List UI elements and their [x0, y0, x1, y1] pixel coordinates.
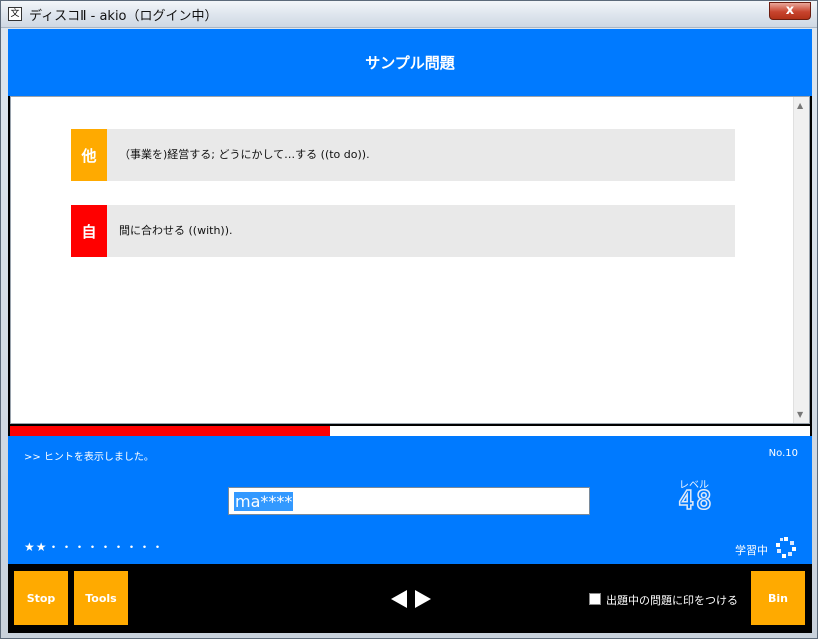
level-value: 48 [678, 485, 714, 517]
status-label: 学習中 [735, 544, 768, 557]
tools-button[interactable]: Tools [74, 571, 128, 625]
transitive-badge: 他 [71, 129, 107, 181]
star-rating: ★★・・・・・・・・・ [24, 540, 165, 554]
window-title: ディスコⅡ - akio（ログイン中） [29, 9, 218, 24]
question-number: No.10 [768, 448, 798, 459]
answer-value: ma**** [234, 492, 294, 511]
triangle-left-icon[interactable] [389, 589, 409, 609]
close-icon: x [785, 3, 795, 18]
stop-button[interactable]: Stop [14, 571, 68, 625]
vertical-scrollbar[interactable]: ▲ ▼ [793, 97, 809, 423]
close-button[interactable]: x [769, 2, 811, 20]
scroll-up-icon[interactable]: ▲ [797, 101, 803, 110]
scroll-down-icon[interactable]: ▼ [797, 410, 803, 419]
mark-question-checkbox[interactable] [589, 593, 601, 605]
progress-fill [10, 426, 330, 436]
diamond-dots-icon [776, 537, 796, 558]
intransitive-badge: 自 [71, 205, 107, 257]
definition-text: （事業を)経営する; どうにかして…する ((to do)). [119, 148, 370, 161]
client-area: サンプル問題 他 （事業を)経営する; どうにかして…する ((to do)).… [8, 29, 812, 633]
definition-row: 自 間に合わせる ((with)). [71, 205, 735, 257]
question-header: サンプル問題 [8, 29, 812, 96]
bin-button[interactable]: Bin [751, 571, 805, 625]
control-bar: Stop Tools 出題中の問題に印をつける Bin [8, 564, 812, 633]
mark-question-label[interactable]: 出題中の問題に印をつける [606, 592, 738, 608]
hint-message: >> ヒントを表示しました。 [24, 452, 154, 463]
progress-bar [10, 426, 810, 436]
answer-input[interactable]: ma**** [228, 487, 590, 515]
title-bar[interactable]: 文 ディスコⅡ - akio（ログイン中） x [1, 1, 817, 28]
app-icon[interactable]: 文 [8, 7, 22, 21]
header-title: サンプル問題 [365, 54, 455, 72]
definition-panel: 他 （事業を)経営する; どうにかして…する ((to do)). 自 間に合わ… [10, 96, 810, 424]
answer-panel: >> ヒントを表示しました。 No.10 ma**** レベル 48 ★★・・・… [8, 436, 812, 564]
triangle-right-icon[interactable] [413, 589, 433, 609]
definition-text: 間に合わせる ((with)). [119, 224, 233, 237]
app-window: 文 ディスコⅡ - akio（ログイン中） x サンプル問題 他 （事業を)経営… [0, 0, 818, 639]
definition-row: 他 （事業を)経営する; どうにかして…する ((to do)). [71, 129, 735, 181]
